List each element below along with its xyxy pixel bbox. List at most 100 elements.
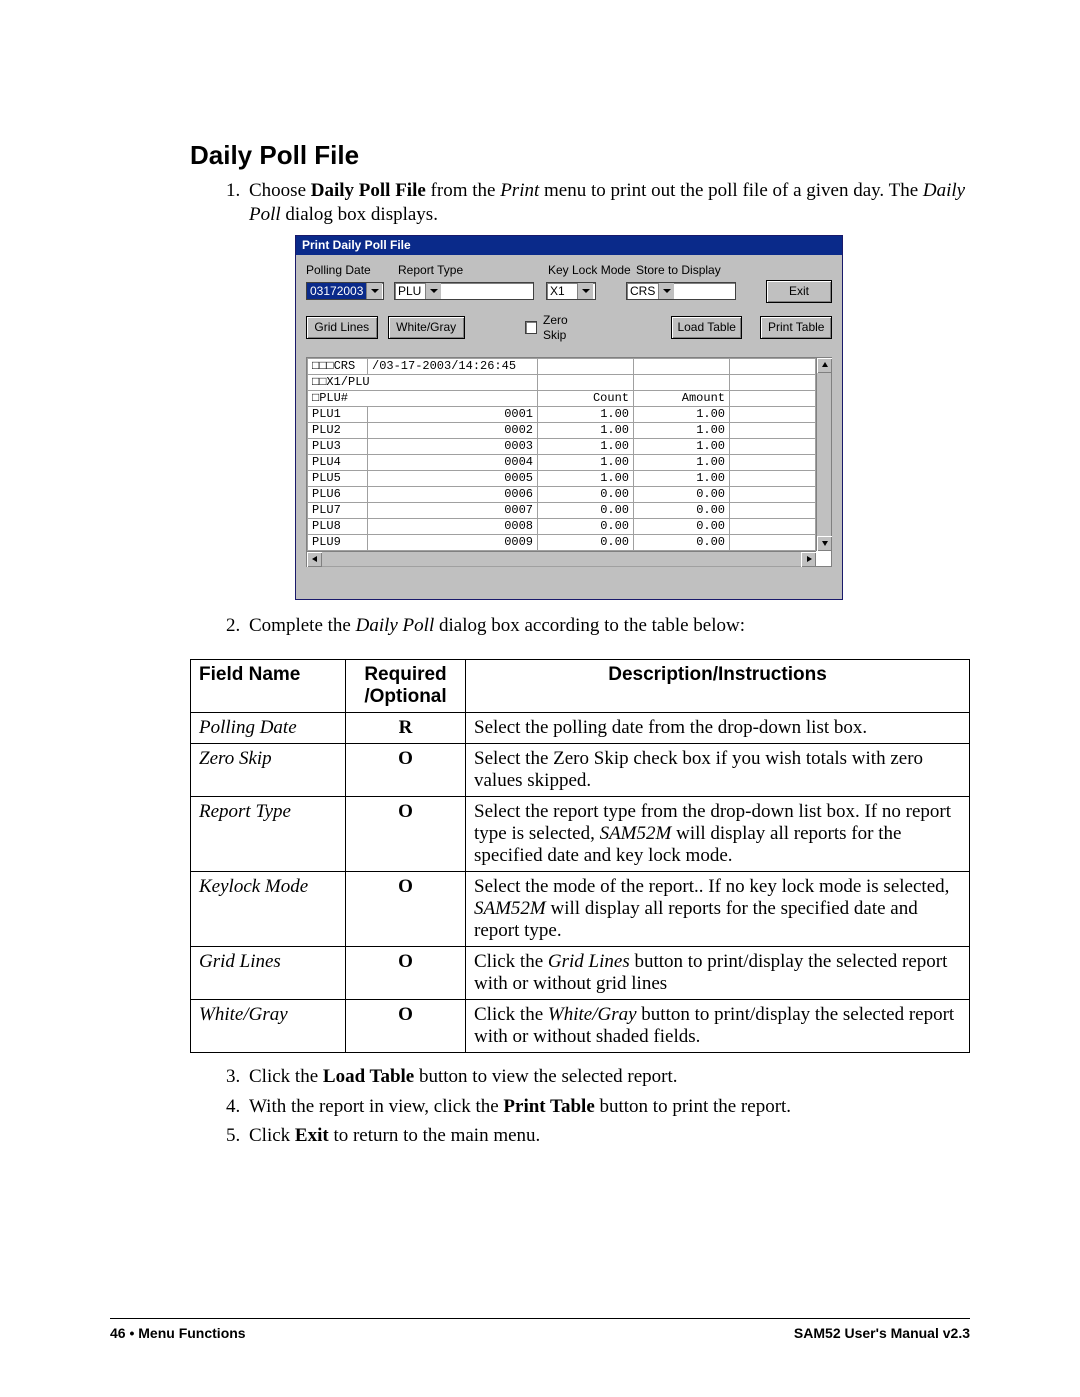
grid-lines-button[interactable]: Grid Lines	[306, 316, 378, 339]
instruction-list: Choose Daily Poll File from the Print me…	[245, 179, 970, 637]
table-row: Grid LinesOClick the Grid Lines button t…	[191, 946, 970, 999]
cell: PLU1	[308, 406, 368, 422]
table-row: Report TypeOSelect the report type from …	[191, 796, 970, 871]
cell: 0.00	[634, 534, 730, 550]
report-type-value: PLU	[395, 283, 425, 299]
table-row: Polling DateRSelect the polling date fro…	[191, 712, 970, 743]
polling-date-value: 03172003	[307, 283, 366, 299]
horizontal-scrollbar[interactable]	[307, 551, 816, 566]
chevron-down-icon[interactable]	[425, 283, 441, 299]
col-description: Description/Instructions	[466, 660, 970, 713]
cell: 1.00	[634, 454, 730, 470]
cell: 0009	[368, 534, 538, 550]
zero-skip-label: Zero Skip	[543, 313, 591, 343]
cell: 0.00	[538, 534, 634, 550]
cell: PLU9	[308, 534, 368, 550]
cell: 0002	[368, 422, 538, 438]
scroll-left-icon[interactable]	[307, 552, 322, 567]
key-lock-mode-combo[interactable]: X1	[546, 282, 596, 300]
footer-right: SAM52 User's Manual v2.3	[794, 1325, 970, 1341]
step-1: Choose Daily Poll File from the Print me…	[245, 179, 970, 600]
cell-required-optional: R	[346, 712, 466, 743]
cell: 0003	[368, 438, 538, 454]
key-lock-mode-value: X1	[547, 283, 577, 299]
field-description-table: Field Name Required/Optional Description…	[190, 659, 970, 1053]
cell	[730, 470, 816, 486]
zero-skip-checkbox[interactable]: Zero Skip	[525, 313, 591, 343]
scroll-down-icon[interactable]	[817, 536, 832, 551]
col-required-optional: Required/Optional	[346, 660, 466, 713]
cell: 1.00	[538, 422, 634, 438]
table-row: Zero SkipOSelect the Zero Skip check box…	[191, 743, 970, 796]
cell: □□X1/PLU	[308, 374, 538, 390]
cell: PLU8	[308, 518, 368, 534]
cell-field-name: White/Gray	[191, 999, 346, 1052]
cell	[730, 438, 816, 454]
white-gray-button[interactable]: White/Gray	[388, 316, 465, 339]
cell: 0.00	[538, 502, 634, 518]
print-daily-poll-dialog: Print Daily Poll File Polling Date Repor…	[295, 235, 843, 600]
cell	[538, 358, 634, 374]
step-2: Complete the Daily Poll dialog box accor…	[245, 614, 970, 638]
table-row: PLU300031.001.00	[308, 438, 816, 454]
cell-required-optional: O	[346, 871, 466, 946]
cell-description: Select the mode of the report.. If no ke…	[466, 871, 970, 946]
chevron-down-icon[interactable]	[658, 283, 674, 299]
scroll-up-icon[interactable]	[817, 358, 832, 373]
table-row: PLU400041.001.00	[308, 454, 816, 470]
cell-field-name: Polling Date	[191, 712, 346, 743]
scroll-right-icon[interactable]	[801, 552, 816, 567]
report-grid[interactable]: □□□CRS/03-17-2003/14:26:45 □□X1/PLU □PLU…	[306, 357, 832, 567]
table-row: PLU100011.001.00	[308, 406, 816, 422]
cell: 1.00	[634, 406, 730, 422]
text: With the report in view, click the	[249, 1096, 503, 1117]
table-row: PLU800080.000.00	[308, 518, 816, 534]
cell: □PLU#	[308, 390, 538, 406]
text: to return to the main menu.	[329, 1125, 541, 1146]
cell-required-optional: O	[346, 743, 466, 796]
polling-date-combo[interactable]: 03172003	[306, 282, 384, 300]
cell: 0.00	[634, 518, 730, 534]
cell: Count	[538, 390, 634, 406]
cell: 1.00	[538, 406, 634, 422]
text-bold: Exit	[295, 1125, 329, 1146]
chevron-down-icon[interactable]	[366, 283, 382, 299]
text: Click	[249, 1125, 295, 1146]
vertical-scrollbar[interactable]	[816, 358, 831, 551]
text: Click the	[249, 1066, 323, 1087]
chevron-down-icon[interactable]	[577, 283, 593, 299]
cell	[730, 422, 816, 438]
report-table: □□□CRS/03-17-2003/14:26:45 □□X1/PLU □PLU…	[307, 358, 816, 567]
text: button to view the selected report.	[414, 1066, 677, 1087]
exit-button[interactable]: Exit	[766, 280, 832, 303]
cell: 0001	[368, 406, 538, 422]
print-table-button[interactable]: Print Table	[760, 316, 832, 339]
cell: PLU5	[308, 470, 368, 486]
text-bold: Load Table	[323, 1066, 414, 1087]
cell: 0008	[368, 518, 538, 534]
store-to-display-combo[interactable]: CRS	[626, 282, 736, 300]
cell	[634, 358, 730, 374]
cell: PLU7	[308, 502, 368, 518]
col-field-name: Field Name	[191, 660, 346, 713]
page-footer: 46 • Menu Functions SAM52 User's Manual …	[110, 1318, 970, 1341]
label-polling-date: Polling Date	[306, 263, 394, 278]
report-type-combo[interactable]: PLU	[394, 282, 534, 300]
cell: 0006	[368, 486, 538, 502]
cell: □□□CRS	[308, 358, 368, 374]
cell	[730, 406, 816, 422]
cell: 0.00	[634, 502, 730, 518]
table-row: White/GrayOClick the White/Gray button t…	[191, 999, 970, 1052]
step-5: Click Exit to return to the main menu.	[245, 1124, 970, 1148]
text: dialog box according to the table below:	[434, 615, 745, 636]
cell-field-name: Report Type	[191, 796, 346, 871]
label-store-to-display: Store to Display	[636, 263, 756, 278]
load-table-button[interactable]: Load Table	[671, 316, 743, 339]
instruction-list-continued: Click the Load Table button to view the …	[245, 1065, 970, 1148]
cell: 1.00	[538, 438, 634, 454]
cell: PLU4	[308, 454, 368, 470]
cell: /03-17-2003/14:26:45	[368, 358, 538, 374]
cell: PLU6	[308, 486, 368, 502]
cell-required-optional: O	[346, 999, 466, 1052]
cell: PLU3	[308, 438, 368, 454]
